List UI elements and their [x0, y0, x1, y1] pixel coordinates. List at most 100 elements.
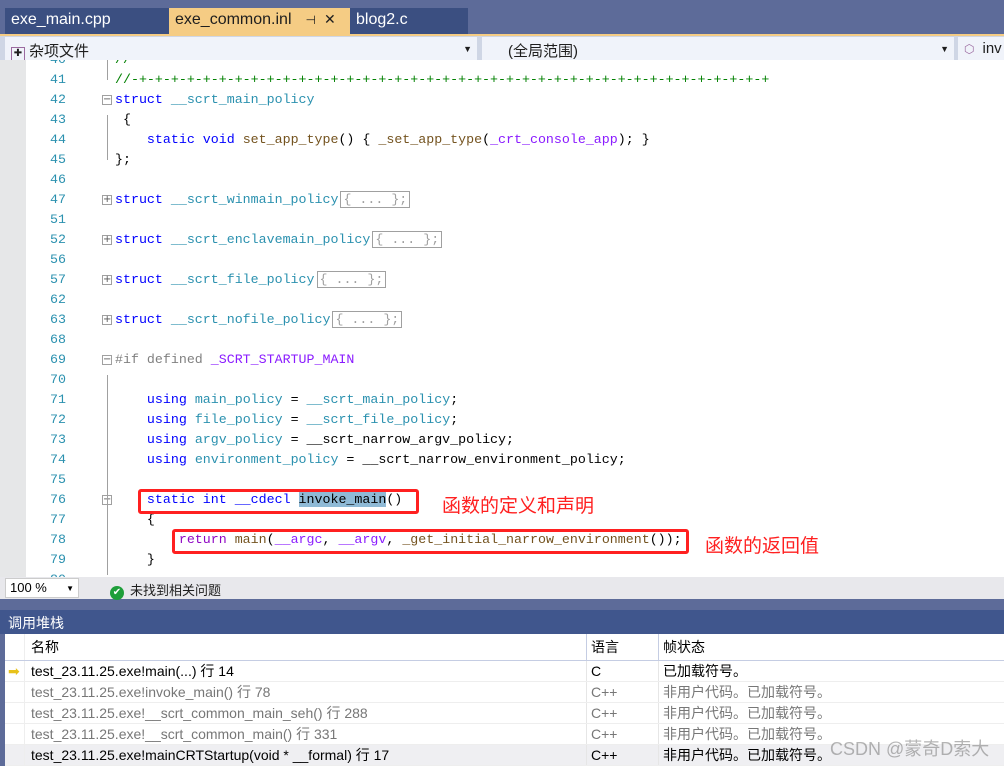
code-line[interactable]: 69 #if defined _SCRT_STARTUP_MAIN − [0, 350, 1004, 370]
tab-blog2-c[interactable]: blog2.c [350, 8, 468, 34]
code-text: struct __scrt_nofile_policy{ ... }; [115, 310, 403, 330]
tab-exe-main-cpp[interactable]: exe_main.cpp [5, 8, 169, 34]
frame-language: C++ [586, 745, 617, 765]
code-line[interactable]: 41 //-+-+-+-+-+-+-+-+-+-+-+-+-+-+-+-+-+-+… [0, 70, 1004, 90]
tab-exe-common-inl[interactable]: exe_common.inl ⊣ ✕ [169, 8, 350, 35]
call-stack-row[interactable]: test_23.11.25.exe!invoke_main() 行 78 C++ 非… [5, 682, 1004, 703]
code-line[interactable]: 57 struct __scrt_file_policy{ ... }; + [0, 270, 1004, 290]
member-dropdown[interactable]: ⬡ inv [958, 37, 1004, 61]
document-tabs: exe_main.cpp exe_common.inl ⊣ ✕ blog2.c [0, 0, 1004, 35]
code-text: using environment_policy = __scrt_narrow… [115, 450, 626, 470]
code-text: static void set_app_type() { _set_app_ty… [115, 130, 650, 150]
close-icon[interactable]: ✕ [324, 11, 336, 27]
code-line[interactable]: 70 [0, 370, 1004, 390]
collapsed-region[interactable]: { ... }; [316, 271, 387, 288]
frame-name: test_23.11.25.exe!__scrt_common_main() 行… [31, 726, 338, 742]
scope-dropdown[interactable]: (全局范围) ▼ [482, 37, 954, 61]
code-token: struct [115, 272, 171, 287]
line-number: 41 [50, 72, 66, 87]
line-number: 46 [50, 172, 66, 187]
column-header-language[interactable]: 语言 [586, 634, 619, 660]
code-token: __scrt_main_policy [170, 92, 315, 107]
expand-icon[interactable]: + [102, 275, 112, 285]
line-number: 47 [50, 192, 66, 207]
collapse-icon[interactable]: − [102, 95, 112, 105]
code-token: _set_app_type [378, 132, 483, 147]
code-line[interactable]: 43 { [0, 110, 1004, 130]
pin-icon[interactable]: ⊣ [306, 13, 316, 27]
frame-status: 非用户代码。已加载符号。 [658, 682, 831, 702]
code-line[interactable]: 73 using argv_policy = __scrt_narrow_arg… [0, 430, 1004, 450]
line-number: 57 [50, 272, 66, 287]
line-number: 71 [50, 392, 66, 407]
code-token: () { [338, 132, 379, 147]
row-indicator [5, 745, 25, 765]
code-token: { [115, 512, 155, 527]
code-token: environment_policy [194, 452, 339, 467]
expand-icon[interactable]: + [102, 315, 112, 325]
code-line[interactable]: 47 struct __scrt_winmain_policy{ ... }; + [0, 190, 1004, 210]
code-line[interactable]: 62 [0, 290, 1004, 310]
code-line[interactable]: 68 [0, 330, 1004, 350]
code-line[interactable]: 63 struct __scrt_nofile_policy{ ... }; + [0, 310, 1004, 330]
navigation-bar: ✚ 杂项文件 ▼ (全局范围) ▼ ⬡ inv [0, 34, 1004, 62]
row-indicator [5, 682, 25, 702]
column-header-frame-status[interactable]: 帧状态 [658, 634, 705, 660]
row-indicator [5, 703, 25, 723]
code-line[interactable]: 80 [0, 570, 1004, 577]
code-editor[interactable]: 40 // 41 //-+-+-+-+-+-+-+-+-+-+-+-+-+-+-+-+… [0, 60, 1004, 577]
code-line[interactable]: 51 [0, 210, 1004, 230]
code-line[interactable]: 74 using environment_policy = __scrt_nar… [0, 450, 1004, 470]
zoom-dropdown[interactable]: 100 % ▼ [5, 578, 79, 598]
code-token: // [115, 60, 131, 67]
code-text: struct __scrt_winmain_policy{ ... }; [115, 190, 411, 210]
line-number: 74 [50, 452, 66, 467]
code-token: using [146, 412, 195, 427]
collapsed-region[interactable]: { ... }; [332, 311, 403, 328]
code-line[interactable]: 45}; [0, 150, 1004, 170]
expand-icon[interactable]: + [102, 195, 112, 205]
row-indicator: ➡ [5, 661, 25, 681]
code-line[interactable]: 40 // [0, 60, 1004, 70]
code-token: ; [450, 392, 459, 407]
code-token: = [282, 392, 307, 407]
code-line[interactable]: 52 struct __scrt_enclavemain_policy{ ... … [0, 230, 1004, 250]
code-text: #if defined _SCRT_STARTUP_MAIN [115, 350, 354, 370]
code-token: ); } [617, 132, 650, 147]
header-spacer [5, 634, 25, 660]
code-token: = __scrt_narrow_environment_policy; [338, 452, 626, 467]
frame-status: 非用户代码。已加载符号。 [658, 745, 831, 765]
code-line[interactable]: 44 static void set_app_type() { _set_app… [0, 130, 1004, 150]
issues-indicator[interactable]: ✔ 未找到相关问题 [110, 580, 221, 600]
code-line[interactable]: 71 using main_policy = __scrt_main_polic… [0, 390, 1004, 410]
line-number: 79 [50, 552, 66, 567]
line-number: 42 [50, 92, 66, 107]
code-line[interactable]: 56 [0, 250, 1004, 270]
collapsed-region[interactable]: { ... }; [372, 231, 443, 248]
tab-label: blog2.c [356, 11, 408, 28]
chevron-down-icon: ▼ [940, 44, 949, 54]
expand-icon[interactable]: + [102, 235, 112, 245]
collapsed-region[interactable]: { ... }; [340, 191, 411, 208]
code-token: using [146, 392, 195, 407]
collapse-icon[interactable]: − [102, 355, 112, 365]
frame-language: C++ [586, 682, 617, 702]
tab-label: exe_common.inl [175, 11, 292, 28]
call-stack-row[interactable]: test_23.11.25.exe!__scrt_common_main_seh… [5, 703, 1004, 724]
code-text: //-+-+-+-+-+-+-+-+-+-+-+-+-+-+-+-+-+-+-+… [115, 70, 769, 90]
code-line[interactable]: 75 [0, 470, 1004, 490]
code-token: }; [115, 152, 131, 167]
scope-label: (全局范围) [508, 43, 578, 60]
code-line[interactable]: 72 using file_policy = __scrt_file_polic… [0, 410, 1004, 430]
code-token: __scrt_file_policy [306, 412, 451, 427]
code-token: ( [482, 132, 491, 147]
column-header-name[interactable]: 名称 [31, 634, 59, 661]
call-stack-row[interactable]: ➡ test_23.11.25.exe!main(...) 行 14 C 已加载符号。 [5, 661, 1004, 682]
code-line[interactable]: 46 [0, 170, 1004, 190]
code-text: { [115, 110, 131, 130]
code-line[interactable]: 42 struct __scrt_main_policy − [0, 90, 1004, 110]
project-dropdown[interactable]: ✚ 杂项文件 ▼ [5, 37, 477, 61]
